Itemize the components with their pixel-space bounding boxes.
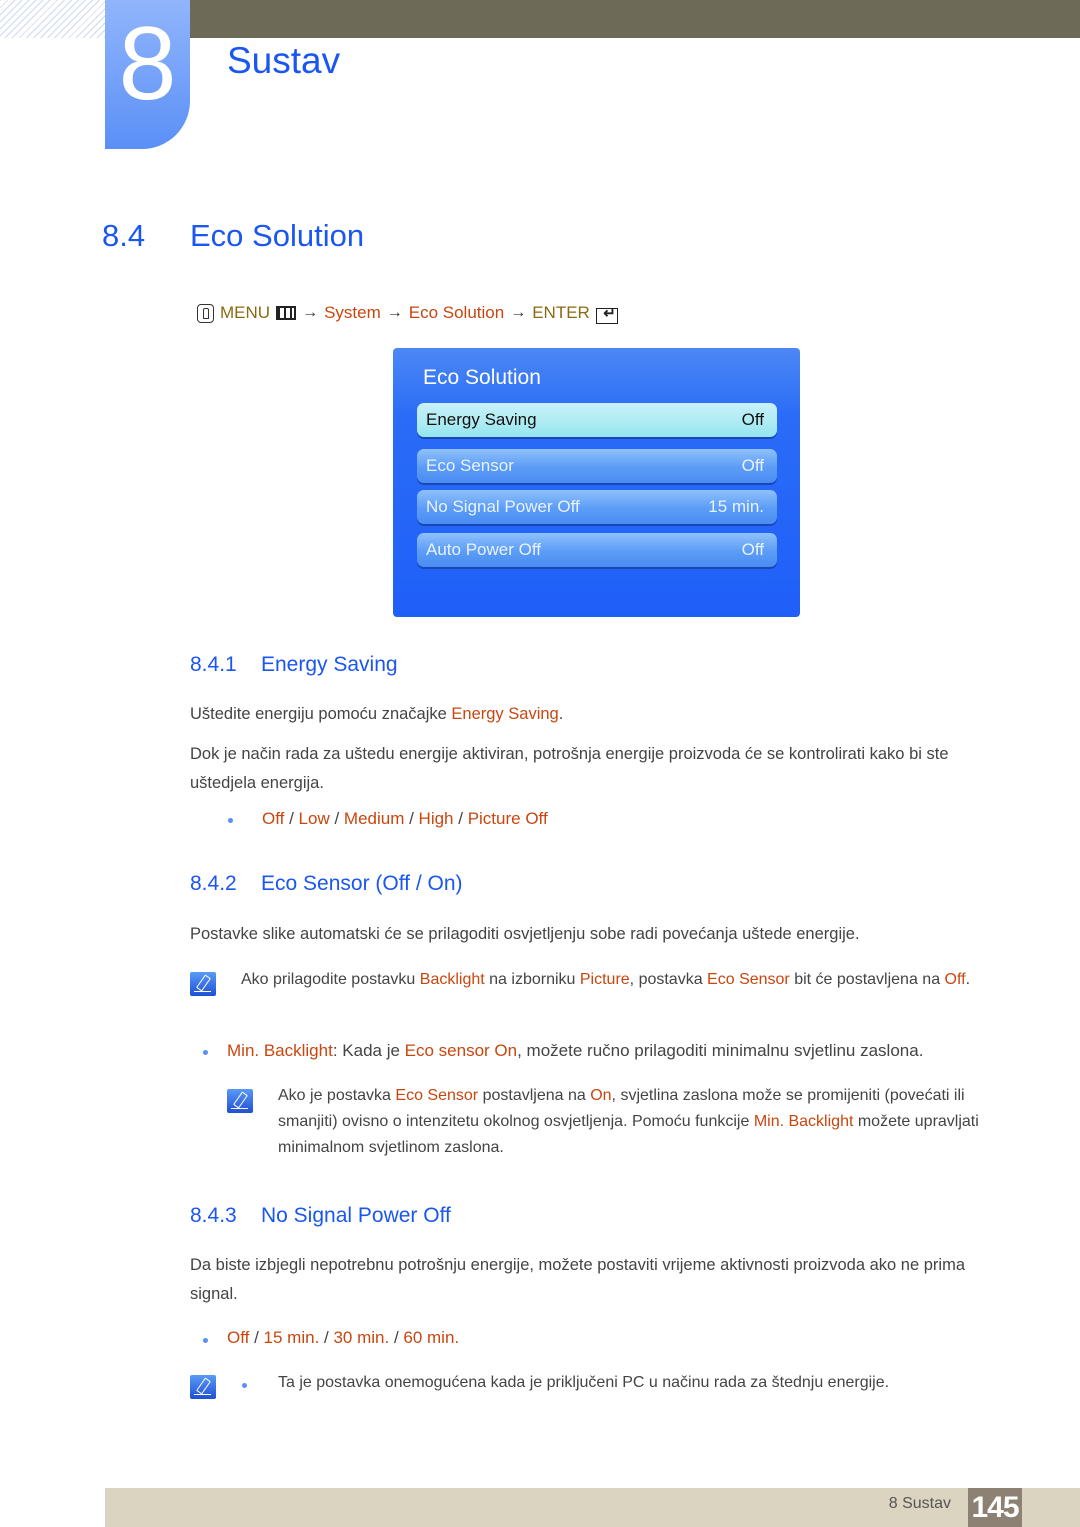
remote-hand-icon: [197, 303, 214, 323]
text: Ako je postavka: [278, 1087, 396, 1104]
separator: /: [404, 809, 419, 828]
no-signal-options: Off / 15 min. / 30 min. / 60 min.: [227, 1328, 459, 1348]
note-text: Ako prilagodite postavku Backlight na iz…: [241, 967, 1011, 993]
chapter-number: 8: [118, 6, 177, 122]
osd-row-energy-saving[interactable]: Energy Saving Off: [417, 403, 777, 437]
bullet-icon: [203, 1050, 208, 1055]
text: , možete ručno prilagoditi minimalnu svj…: [517, 1041, 924, 1060]
note-icon: [227, 1089, 253, 1113]
arrow-icon: →: [302, 304, 319, 321]
subsection-number: 8.4.3: [190, 1204, 237, 1227]
separator: /: [329, 809, 344, 828]
subsection-title-no-signal-power-off: 8.4.3 No Signal Power Off: [190, 1204, 451, 1228]
enter-key-icon: [595, 304, 618, 324]
footer-chapter-label: 8 Sustav: [888, 1495, 951, 1512]
option: Picture Off: [467, 809, 548, 828]
menu-button-icon: [276, 306, 297, 320]
enter-label: ENTER: [532, 303, 590, 322]
osd-row-label: Energy Saving: [426, 410, 537, 429]
osd-row-value: 15 min.: [708, 497, 764, 516]
osd-row-value: Off: [741, 410, 764, 429]
subsection-number: 8.4.2: [190, 872, 237, 895]
paragraph: Dok je način rada za uštedu energije akt…: [190, 745, 949, 792]
header-bar: [190, 0, 1080, 38]
arrow-icon: →: [386, 304, 403, 321]
header-hatch-decoration: [0, 0, 105, 38]
text: Uštedite energiju pomoću značajke: [190, 705, 452, 723]
separator: /: [453, 809, 468, 828]
osd-eco-solution-menu: Eco Solution Energy Saving Off Eco Senso…: [393, 348, 800, 617]
text: postavljena na: [478, 1087, 591, 1104]
paragraph: Da biste izbjegli nepotrebnu potrošnju e…: [190, 1256, 965, 1303]
highlight-term: Eco Sensor: [707, 971, 790, 988]
menu-label: MENU: [220, 303, 271, 322]
highlight-term: Eco Sensor: [395, 1087, 479, 1104]
subsection-title-text: Energy Saving: [261, 653, 398, 676]
option: 15 min.: [263, 1328, 320, 1347]
highlight-term: Picture: [579, 971, 630, 988]
chapter-tab: 8: [105, 0, 190, 149]
separator: /: [284, 809, 299, 828]
note-text: Ako je postavka Eco Sensor postavljena n…: [278, 1083, 1003, 1161]
min-backlight-bullet: Min. Backlight: Kada je Eco sensor On, m…: [227, 1041, 923, 1061]
bullet-icon: [228, 818, 233, 823]
option: Low: [298, 809, 330, 828]
osd-row-label: No Signal Power Off: [426, 497, 580, 516]
text: Ako prilagodite postavku: [241, 971, 420, 988]
highlight-term: On: [590, 1087, 612, 1104]
osd-row-auto-power-off[interactable]: Auto Power Off Off: [417, 533, 777, 567]
separator: /: [389, 1328, 404, 1347]
osd-row-value: Off: [741, 540, 764, 559]
osd-title: Eco Solution: [423, 366, 541, 389]
separator: /: [319, 1328, 334, 1347]
paragraph: Uštedite energiju pomoću značajke Energy…: [190, 700, 1010, 729]
paragraph: Postavke slike automatski će se prilagod…: [190, 925, 860, 943]
separator: /: [249, 1328, 264, 1347]
osd-row-label: Auto Power Off: [426, 540, 541, 559]
text: bit će postavljena na: [789, 971, 945, 988]
note-icon: [190, 1375, 216, 1399]
text: , postavka: [629, 971, 708, 988]
page-number: 145: [968, 1488, 1022, 1527]
energy-saving-options: Off / Low / Medium / High / Picture Off: [262, 809, 548, 829]
option: High: [418, 809, 454, 828]
option: Off: [227, 1328, 250, 1347]
text: : Kada je: [332, 1041, 405, 1060]
option: Off: [262, 809, 285, 828]
menu-path-step: System: [324, 303, 381, 322]
arrow-icon: →: [510, 304, 527, 321]
highlight-term: Off: [944, 971, 966, 988]
text: na izborniku: [484, 971, 580, 988]
osd-row-eco-sensor[interactable]: Eco Sensor Off: [417, 449, 777, 483]
section-title-text: Eco Solution: [190, 218, 365, 253]
subsection-number: 8.4.1: [190, 653, 237, 676]
highlight-term: Energy Saving: [451, 705, 559, 723]
chapter-title: Sustav: [227, 40, 341, 81]
highlight-term: Min. Backlight: [227, 1041, 333, 1060]
option: 30 min.: [333, 1328, 390, 1347]
subsection-title-eco-sensor: 8.4.2 Eco Sensor (Off / On): [190, 872, 463, 896]
text: .: [965, 971, 971, 988]
highlight-term: Min. Backlight: [753, 1113, 854, 1130]
note-text: Ta je postavka onemogućena kada je prikl…: [278, 1374, 890, 1391]
bullet-icon: [203, 1338, 208, 1343]
highlight-term: Backlight: [419, 971, 485, 988]
note-icon: [190, 972, 216, 996]
menu-path: MENU → System → Eco Solution → ENTER: [197, 303, 618, 324]
osd-row-no-signal-power-off[interactable]: No Signal Power Off 15 min.: [417, 490, 777, 524]
section-title: 8.4 Eco Solution: [102, 218, 364, 254]
menu-path-step: Eco Solution: [408, 303, 505, 322]
text: .: [558, 705, 564, 723]
section-number: 8.4: [102, 218, 146, 253]
option: Medium: [343, 809, 405, 828]
osd-row-value: Off: [741, 456, 764, 475]
bullet-icon: [242, 1383, 247, 1388]
subsection-title-text: No Signal Power Off: [261, 1204, 451, 1227]
osd-row-label: Eco Sensor: [426, 456, 514, 475]
subsection-title-text: Eco Sensor (Off / On): [261, 872, 463, 895]
option: 60 min.: [403, 1328, 460, 1347]
subsection-title-energy-saving: 8.4.1 Energy Saving: [190, 653, 398, 677]
highlight-term: Eco sensor On: [404, 1041, 518, 1060]
